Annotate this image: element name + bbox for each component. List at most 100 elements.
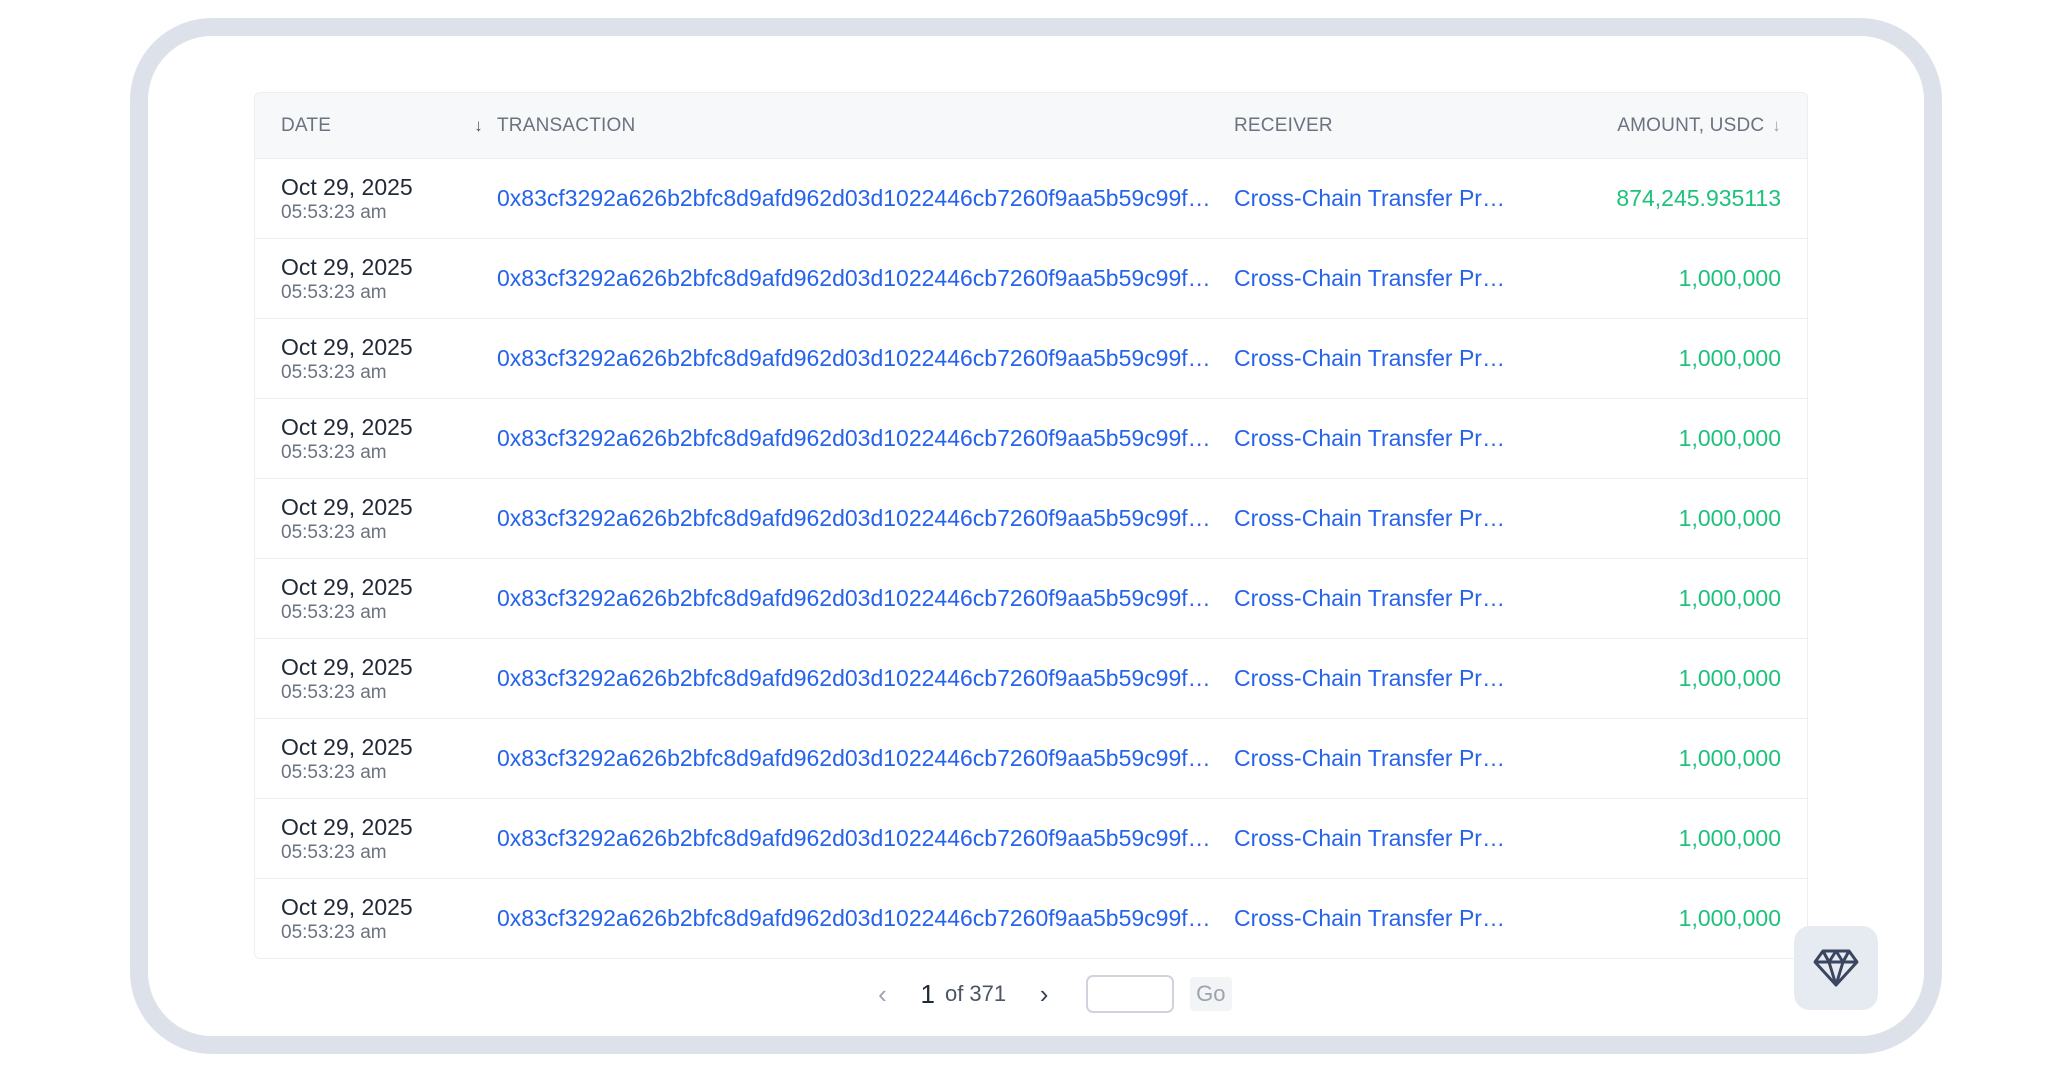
transaction-cell: 0x83cf3292a626b2bfc8d9afd962d03d1022446c… xyxy=(497,745,1234,772)
chevron-right-icon[interactable]: › xyxy=(1024,979,1064,1010)
transaction-cell: 0x83cf3292a626b2bfc8d9afd962d03d1022446c… xyxy=(497,665,1234,692)
date-value: Oct 29, 2025 xyxy=(281,253,413,280)
date-value: Oct 29, 2025 xyxy=(281,333,413,360)
receiver-link[interactable]: Cross-Chain Transfer Pr… xyxy=(1234,185,1564,212)
time-value: 05:53:23 am xyxy=(281,441,387,463)
receiver-cell: Cross-Chain Transfer Pr… xyxy=(1234,425,1564,452)
transaction-cell: 0x83cf3292a626b2bfc8d9afd962d03d1022446c… xyxy=(497,825,1234,852)
amount-value: 1,000,000 xyxy=(1678,425,1781,451)
transaction-cell: 0x83cf3292a626b2bfc8d9afd962d03d1022446c… xyxy=(497,585,1234,612)
page-number-input[interactable] xyxy=(1086,975,1175,1013)
receiver-cell: Cross-Chain Transfer Pr… xyxy=(1234,505,1564,532)
column-header-receiver: RECEIVER xyxy=(1234,114,1333,136)
sort-arrow-down-icon[interactable]: ↓ xyxy=(1772,116,1781,135)
table-body: Oct 29, 2025 05:53:23 am 0x83cf3292a626b… xyxy=(255,159,1807,958)
column-header-amount[interactable]: AMOUNT, USDC ↓ xyxy=(1564,115,1807,137)
transactions-table: DATE ↓ TRANSACTION RECEIVER AMOUNT, USDC… xyxy=(254,92,1808,959)
date-value: Oct 29, 2025 xyxy=(281,413,413,440)
diamond-icon xyxy=(1813,949,1859,987)
column-header-transaction: TRANSACTION xyxy=(497,114,636,136)
receiver-link[interactable]: Cross-Chain Transfer Pr… xyxy=(1234,905,1564,932)
transaction-hash-link[interactable]: 0x83cf3292a626b2bfc8d9afd962d03d1022446c… xyxy=(497,185,1234,212)
transaction-cell: 0x83cf3292a626b2bfc8d9afd962d03d1022446c… xyxy=(497,505,1234,532)
date-value: Oct 29, 2025 xyxy=(281,893,413,920)
amount-cell: 1,000,000 xyxy=(1564,825,1807,852)
receiver-cell: Cross-Chain Transfer Pr… xyxy=(1234,825,1564,852)
receiver-cell: Cross-Chain Transfer Pr… xyxy=(1234,745,1564,772)
table-row: Oct 29, 2025 05:53:23 am 0x83cf3292a626b… xyxy=(255,159,1807,239)
transaction-hash-link[interactable]: 0x83cf3292a626b2bfc8d9afd962d03d1022446c… xyxy=(497,585,1234,612)
transaction-hash-link[interactable]: 0x83cf3292a626b2bfc8d9afd962d03d1022446c… xyxy=(497,265,1234,292)
date-cell: Oct 29, 2025 05:53:23 am xyxy=(255,173,497,225)
time-value: 05:53:23 am xyxy=(281,361,387,383)
table-row: Oct 29, 2025 05:53:23 am 0x83cf3292a626b… xyxy=(255,319,1807,399)
receiver-cell: Cross-Chain Transfer Pr… xyxy=(1234,585,1564,612)
transaction-cell: 0x83cf3292a626b2bfc8d9afd962d03d1022446c… xyxy=(497,265,1234,292)
amount-value: 1,000,000 xyxy=(1678,745,1781,771)
receiver-link[interactable]: Cross-Chain Transfer Pr… xyxy=(1234,505,1564,532)
amount-value: 1,000,000 xyxy=(1678,905,1781,931)
date-cell: Oct 29, 2025 05:53:23 am xyxy=(255,333,497,385)
table-row: Oct 29, 2025 05:53:23 am 0x83cf3292a626b… xyxy=(255,799,1807,879)
total-pages-label: of 371 xyxy=(944,981,1007,1006)
sort-arrow-down-icon[interactable]: ↓ xyxy=(474,116,483,136)
amount-value: 1,000,000 xyxy=(1678,345,1781,371)
date-value: Oct 29, 2025 xyxy=(281,813,413,840)
amount-value: 1,000,000 xyxy=(1678,665,1781,691)
amount-value: 1,000,000 xyxy=(1678,825,1781,851)
amount-value: 1,000,000 xyxy=(1678,265,1781,291)
transaction-hash-link[interactable]: 0x83cf3292a626b2bfc8d9afd962d03d1022446c… xyxy=(497,425,1234,452)
time-value: 05:53:23 am xyxy=(281,201,387,223)
chevron-left-icon[interactable]: ‹ xyxy=(863,979,903,1010)
amount-cell: 1,000,000 xyxy=(1564,745,1807,772)
amount-cell: 1,000,000 xyxy=(1564,345,1807,372)
time-value: 05:53:23 am xyxy=(281,281,387,303)
transaction-cell: 0x83cf3292a626b2bfc8d9afd962d03d1022446c… xyxy=(497,905,1234,932)
receiver-link[interactable]: Cross-Chain Transfer Pr… xyxy=(1234,665,1564,692)
transaction-hash-link[interactable]: 0x83cf3292a626b2bfc8d9afd962d03d1022446c… xyxy=(497,345,1234,372)
time-value: 05:53:23 am xyxy=(281,521,387,543)
date-value: Oct 29, 2025 xyxy=(281,493,413,520)
amount-value: 1,000,000 xyxy=(1678,585,1781,611)
table-row: Oct 29, 2025 05:53:23 am 0x83cf3292a626b… xyxy=(255,879,1807,958)
column-header-date[interactable]: DATE ↓ xyxy=(255,115,497,137)
receiver-link[interactable]: Cross-Chain Transfer Pr… xyxy=(1234,745,1564,772)
pagination: ‹ 1 of 371 › Go xyxy=(0,975,2064,1013)
receiver-link[interactable]: Cross-Chain Transfer Pr… xyxy=(1234,345,1564,372)
date-value: Oct 29, 2025 xyxy=(281,653,413,680)
transaction-hash-link[interactable]: 0x83cf3292a626b2bfc8d9afd962d03d1022446c… xyxy=(497,505,1234,532)
receiver-cell: Cross-Chain Transfer Pr… xyxy=(1234,665,1564,692)
receiver-link[interactable]: Cross-Chain Transfer Pr… xyxy=(1234,825,1564,852)
amount-cell: 1,000,000 xyxy=(1564,505,1807,532)
receiver-link[interactable]: Cross-Chain Transfer Pr… xyxy=(1234,265,1564,292)
date-value: Oct 29, 2025 xyxy=(281,173,413,200)
transaction-hash-link[interactable]: 0x83cf3292a626b2bfc8d9afd962d03d1022446c… xyxy=(497,825,1234,852)
time-value: 05:53:23 am xyxy=(281,921,387,943)
table-row: Oct 29, 2025 05:53:23 am 0x83cf3292a626b… xyxy=(255,479,1807,559)
receiver-link[interactable]: Cross-Chain Transfer Pr… xyxy=(1234,425,1564,452)
table-header: DATE ↓ TRANSACTION RECEIVER AMOUNT, USDC… xyxy=(255,93,1807,159)
date-cell: Oct 29, 2025 05:53:23 am xyxy=(255,733,497,785)
amount-cell: 1,000,000 xyxy=(1564,905,1807,932)
transaction-cell: 0x83cf3292a626b2bfc8d9afd962d03d1022446c… xyxy=(497,185,1234,212)
receiver-cell: Cross-Chain Transfer Pr… xyxy=(1234,345,1564,372)
date-cell: Oct 29, 2025 05:53:23 am xyxy=(255,573,497,625)
current-page: 1 xyxy=(920,978,935,1009)
table-row: Oct 29, 2025 05:53:23 am 0x83cf3292a626b… xyxy=(255,639,1807,719)
amount-cell: 1,000,000 xyxy=(1564,425,1807,452)
date-cell: Oct 29, 2025 05:53:23 am xyxy=(255,413,497,465)
transaction-hash-link[interactable]: 0x83cf3292a626b2bfc8d9afd962d03d1022446c… xyxy=(497,745,1234,772)
gem-button[interactable] xyxy=(1794,926,1878,1010)
date-cell: Oct 29, 2025 05:53:23 am xyxy=(255,253,497,305)
transaction-cell: 0x83cf3292a626b2bfc8d9afd962d03d1022446c… xyxy=(497,345,1234,372)
transaction-hash-link[interactable]: 0x83cf3292a626b2bfc8d9afd962d03d1022446c… xyxy=(497,905,1234,932)
go-button[interactable]: Go xyxy=(1190,977,1232,1011)
transaction-hash-link[interactable]: 0x83cf3292a626b2bfc8d9afd962d03d1022446c… xyxy=(497,665,1234,692)
date-cell: Oct 29, 2025 05:53:23 am xyxy=(255,813,497,865)
amount-cell: 1,000,000 xyxy=(1564,265,1807,292)
table-row: Oct 29, 2025 05:53:23 am 0x83cf3292a626b… xyxy=(255,719,1807,799)
transaction-cell: 0x83cf3292a626b2bfc8d9afd962d03d1022446c… xyxy=(497,425,1234,452)
time-value: 05:53:23 am xyxy=(281,601,387,623)
amount-cell: 1,000,000 xyxy=(1564,665,1807,692)
receiver-link[interactable]: Cross-Chain Transfer Pr… xyxy=(1234,585,1564,612)
